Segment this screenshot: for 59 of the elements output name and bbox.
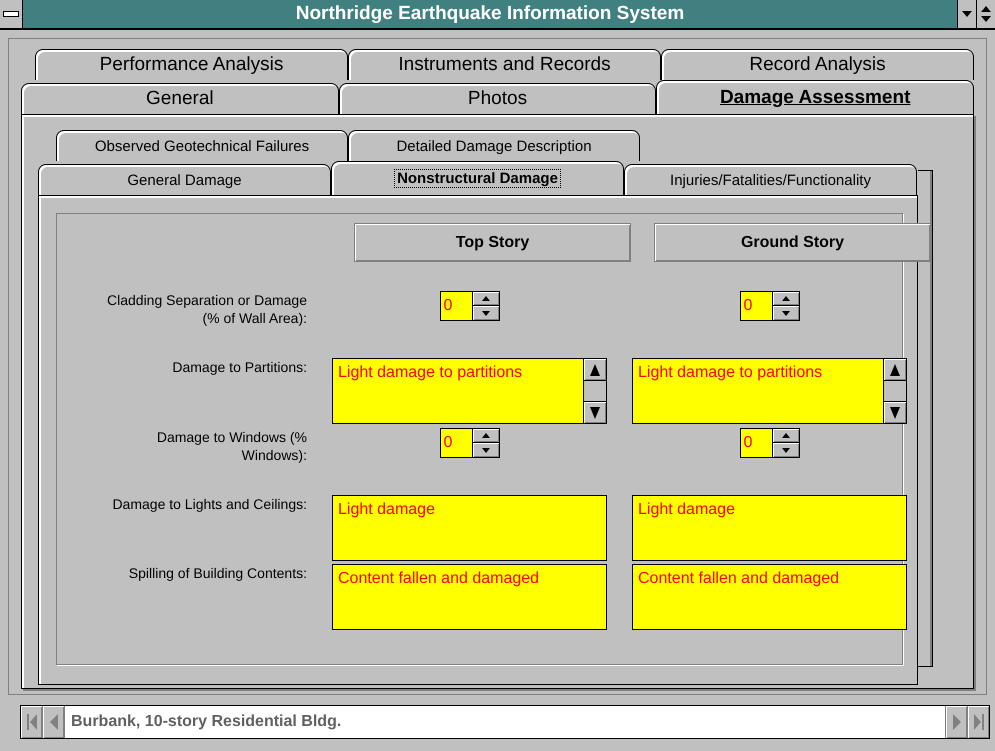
spin-up-button[interactable] [772, 292, 798, 306]
tab[interactable]: Detailed Damage Description [348, 130, 640, 161]
down-triangle-icon [962, 11, 972, 17]
up-arrow-icon [890, 364, 900, 376]
tab[interactable]: Injuries/Fatalities/Functionality [624, 164, 917, 195]
spin-down-button[interactable] [772, 306, 798, 320]
restore-button[interactable] [976, 0, 995, 28]
tab[interactable]: General Damage [38, 164, 331, 195]
tab[interactable]: Nonstructural Damage [331, 161, 624, 195]
window-title: Northridge Earthquake Information System [294, 2, 686, 26]
down-triangle-icon [482, 448, 490, 452]
minus-icon [3, 11, 19, 17]
scroll-down-button[interactable] [584, 401, 606, 423]
text-area[interactable]: Light damage [632, 495, 907, 561]
spin-down-button[interactable] [772, 443, 798, 457]
column-header-button[interactable]: Top Story [354, 223, 631, 262]
down-triangle-icon [482, 310, 490, 316]
spin-up-button[interactable] [472, 429, 498, 443]
up-triangle-icon [482, 296, 490, 301]
spin-down-button[interactable] [472, 443, 498, 457]
tab[interactable]: Performance Analysis [35, 49, 348, 80]
field-label: Damage to Lights and Ceilings: [111, 495, 307, 514]
number-field[interactable]: 0 [740, 291, 772, 321]
up-down-icon [981, 6, 991, 22]
system-menu-button[interactable] [0, 0, 23, 28]
down-triangle-icon [782, 310, 790, 316]
list-field[interactable]: Light damage to partitions [632, 358, 907, 424]
scroll-down-button[interactable] [884, 401, 906, 423]
up-triangle-icon [482, 433, 490, 438]
tab[interactable]: Instruments and Records [348, 49, 661, 80]
tab[interactable]: Photos [338, 83, 656, 114]
tab[interactable]: Damage Assessment [656, 80, 974, 114]
tab[interactable]: Observed Geotechnical Failures [56, 130, 348, 161]
field-label: Damage to Partitions: [171, 358, 307, 377]
down-arrow-icon [890, 406, 900, 418]
tab[interactable]: General [21, 83, 339, 114]
scroll-up-button[interactable] [884, 359, 906, 381]
number-field[interactable]: 0 [440, 428, 472, 458]
field-label: Spilling of Building Contents: [128, 564, 307, 583]
spin-up-button[interactable] [472, 292, 498, 306]
spin-down-button[interactable] [472, 306, 498, 320]
up-triangle-icon [782, 296, 790, 301]
spin-up-button[interactable] [772, 429, 798, 443]
text-area[interactable]: Content fallen and damaged [632, 564, 907, 630]
down-triangle-icon [782, 448, 790, 452]
minimize-button[interactable] [957, 0, 976, 28]
text-area[interactable]: Light damage [332, 495, 607, 561]
column-header-button[interactable]: Ground Story [654, 223, 931, 262]
scroll-up-button[interactable] [584, 359, 606, 381]
up-arrow-icon [590, 364, 600, 376]
list-field[interactable]: Light damage to partitions [332, 358, 607, 424]
number-field[interactable]: 0 [440, 291, 472, 321]
field-label: Cladding Separation or Damage (% of Wall Area): [106, 291, 307, 328]
number-field[interactable]: 0 [740, 428, 772, 458]
tab[interactable]: Record Analysis [661, 49, 974, 80]
down-arrow-icon [590, 406, 600, 418]
text-area[interactable]: Content fallen and damaged [332, 564, 607, 630]
up-triangle-icon [782, 433, 790, 438]
field-label: Damage to Windows (% Windows): [156, 428, 307, 465]
